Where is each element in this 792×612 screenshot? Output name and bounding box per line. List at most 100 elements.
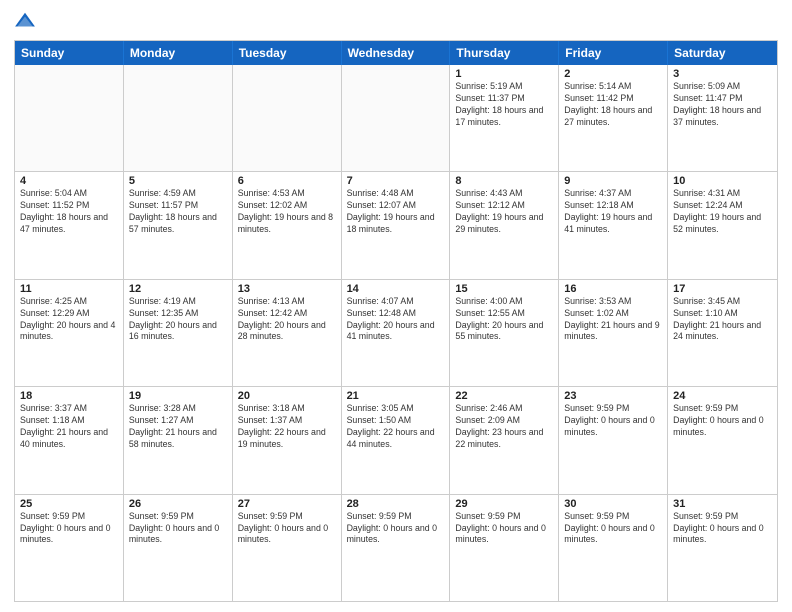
calendar-row: 4Sunrise: 5:04 AM Sunset: 11:52 PM Dayli… (15, 171, 777, 278)
day-info: Sunrise: 3:05 AM Sunset: 1:50 AM Dayligh… (347, 403, 445, 451)
day-number: 16 (564, 283, 662, 295)
header-day: Sunday (15, 41, 124, 65)
day-number: 26 (129, 498, 227, 510)
day-info: Sunrise: 3:53 AM Sunset: 1:02 AM Dayligh… (564, 296, 662, 344)
logo-icon (14, 10, 36, 32)
calendar-cell (15, 65, 124, 171)
day-info: Sunset: 9:59 PM Daylight: 0 hours and 0 … (564, 403, 662, 439)
day-info: Sunset: 9:59 PM Daylight: 0 hours and 0 … (238, 511, 336, 547)
day-number: 9 (564, 175, 662, 187)
day-info: Sunrise: 3:37 AM Sunset: 1:18 AM Dayligh… (20, 403, 118, 451)
day-number: 31 (673, 498, 772, 510)
calendar-cell: 22Sunrise: 2:46 AM Sunset: 2:09 AM Dayli… (450, 387, 559, 493)
calendar-cell: 13Sunrise: 4:13 AM Sunset: 12:42 AM Dayl… (233, 280, 342, 386)
calendar-cell: 2Sunrise: 5:14 AM Sunset: 11:42 PM Dayli… (559, 65, 668, 171)
day-number: 7 (347, 175, 445, 187)
calendar-cell: 9Sunrise: 4:37 AM Sunset: 12:18 AM Dayli… (559, 172, 668, 278)
day-info: Sunrise: 4:31 AM Sunset: 12:24 AM Daylig… (673, 188, 772, 236)
day-number: 22 (455, 390, 553, 402)
calendar-header: SundayMondayTuesdayWednesdayThursdayFrid… (15, 41, 777, 65)
page: SundayMondayTuesdayWednesdayThursdayFrid… (0, 0, 792, 612)
day-number: 25 (20, 498, 118, 510)
day-info: Sunrise: 3:45 AM Sunset: 1:10 AM Dayligh… (673, 296, 772, 344)
calendar-cell: 4Sunrise: 5:04 AM Sunset: 11:52 PM Dayli… (15, 172, 124, 278)
day-info: Sunrise: 2:46 AM Sunset: 2:09 AM Dayligh… (455, 403, 553, 451)
calendar-cell (124, 65, 233, 171)
day-number: 27 (238, 498, 336, 510)
day-info: Sunrise: 4:13 AM Sunset: 12:42 AM Daylig… (238, 296, 336, 344)
day-info: Sunrise: 4:59 AM Sunset: 11:57 PM Daylig… (129, 188, 227, 236)
calendar-cell (342, 65, 451, 171)
calendar-cell: 27Sunset: 9:59 PM Daylight: 0 hours and … (233, 495, 342, 601)
calendar-cell: 10Sunrise: 4:31 AM Sunset: 12:24 AM Dayl… (668, 172, 777, 278)
calendar-body: 1Sunrise: 5:19 AM Sunset: 11:37 PM Dayli… (15, 65, 777, 601)
calendar-cell: 29Sunset: 9:59 PM Daylight: 0 hours and … (450, 495, 559, 601)
calendar-cell: 19Sunrise: 3:28 AM Sunset: 1:27 AM Dayli… (124, 387, 233, 493)
day-info: Sunset: 9:59 PM Daylight: 0 hours and 0 … (455, 511, 553, 547)
day-info: Sunrise: 5:04 AM Sunset: 11:52 PM Daylig… (20, 188, 118, 236)
logo (14, 10, 40, 32)
calendar-row: 11Sunrise: 4:25 AM Sunset: 12:29 AM Dayl… (15, 279, 777, 386)
day-number: 14 (347, 283, 445, 295)
day-info: Sunset: 9:59 PM Daylight: 0 hours and 0 … (564, 511, 662, 547)
calendar-cell: 6Sunrise: 4:53 AM Sunset: 12:02 AM Dayli… (233, 172, 342, 278)
header-day: Friday (559, 41, 668, 65)
header-day: Wednesday (342, 41, 451, 65)
calendar-cell: 12Sunrise: 4:19 AM Sunset: 12:35 AM Dayl… (124, 280, 233, 386)
day-info: Sunrise: 4:37 AM Sunset: 12:18 AM Daylig… (564, 188, 662, 236)
day-info: Sunrise: 4:25 AM Sunset: 12:29 AM Daylig… (20, 296, 118, 344)
day-number: 17 (673, 283, 772, 295)
day-info: Sunset: 9:59 PM Daylight: 0 hours and 0 … (673, 403, 772, 439)
calendar-cell: 11Sunrise: 4:25 AM Sunset: 12:29 AM Dayl… (15, 280, 124, 386)
calendar-row: 18Sunrise: 3:37 AM Sunset: 1:18 AM Dayli… (15, 386, 777, 493)
day-info: Sunrise: 5:09 AM Sunset: 11:47 PM Daylig… (673, 81, 772, 129)
calendar-cell: 21Sunrise: 3:05 AM Sunset: 1:50 AM Dayli… (342, 387, 451, 493)
calendar-cell: 18Sunrise: 3:37 AM Sunset: 1:18 AM Dayli… (15, 387, 124, 493)
day-info: Sunrise: 4:00 AM Sunset: 12:55 AM Daylig… (455, 296, 553, 344)
day-number: 3 (673, 68, 772, 80)
day-number: 1 (455, 68, 553, 80)
calendar-cell: 15Sunrise: 4:00 AM Sunset: 12:55 AM Dayl… (450, 280, 559, 386)
day-info: Sunset: 9:59 PM Daylight: 0 hours and 0 … (20, 511, 118, 547)
calendar-cell: 31Sunset: 9:59 PM Daylight: 0 hours and … (668, 495, 777, 601)
day-info: Sunset: 9:59 PM Daylight: 0 hours and 0 … (129, 511, 227, 547)
header (14, 10, 778, 32)
day-number: 20 (238, 390, 336, 402)
day-number: 15 (455, 283, 553, 295)
calendar-cell: 28Sunset: 9:59 PM Daylight: 0 hours and … (342, 495, 451, 601)
day-number: 11 (20, 283, 118, 295)
header-day: Monday (124, 41, 233, 65)
day-number: 10 (673, 175, 772, 187)
calendar-cell: 25Sunset: 9:59 PM Daylight: 0 hours and … (15, 495, 124, 601)
day-number: 8 (455, 175, 553, 187)
day-number: 2 (564, 68, 662, 80)
day-info: Sunrise: 4:48 AM Sunset: 12:07 AM Daylig… (347, 188, 445, 236)
day-info: Sunset: 9:59 PM Daylight: 0 hours and 0 … (673, 511, 772, 547)
header-day: Saturday (668, 41, 777, 65)
calendar-cell: 7Sunrise: 4:48 AM Sunset: 12:07 AM Dayli… (342, 172, 451, 278)
calendar-cell: 5Sunrise: 4:59 AM Sunset: 11:57 PM Dayli… (124, 172, 233, 278)
calendar-cell: 3Sunrise: 5:09 AM Sunset: 11:47 PM Dayli… (668, 65, 777, 171)
calendar-cell: 24Sunset: 9:59 PM Daylight: 0 hours and … (668, 387, 777, 493)
day-number: 19 (129, 390, 227, 402)
calendar-row: 25Sunset: 9:59 PM Daylight: 0 hours and … (15, 494, 777, 601)
calendar-cell: 8Sunrise: 4:43 AM Sunset: 12:12 AM Dayli… (450, 172, 559, 278)
day-number: 18 (20, 390, 118, 402)
header-day: Thursday (450, 41, 559, 65)
calendar-cell: 16Sunrise: 3:53 AM Sunset: 1:02 AM Dayli… (559, 280, 668, 386)
day-info: Sunrise: 5:19 AM Sunset: 11:37 PM Daylig… (455, 81, 553, 129)
day-number: 30 (564, 498, 662, 510)
day-info: Sunrise: 4:43 AM Sunset: 12:12 AM Daylig… (455, 188, 553, 236)
calendar-cell: 23Sunset: 9:59 PM Daylight: 0 hours and … (559, 387, 668, 493)
day-number: 4 (20, 175, 118, 187)
day-number: 21 (347, 390, 445, 402)
calendar-cell (233, 65, 342, 171)
day-info: Sunrise: 5:14 AM Sunset: 11:42 PM Daylig… (564, 81, 662, 129)
calendar-cell: 14Sunrise: 4:07 AM Sunset: 12:48 AM Dayl… (342, 280, 451, 386)
day-number: 6 (238, 175, 336, 187)
day-info: Sunrise: 3:18 AM Sunset: 1:37 AM Dayligh… (238, 403, 336, 451)
day-info: Sunrise: 4:07 AM Sunset: 12:48 AM Daylig… (347, 296, 445, 344)
day-number: 13 (238, 283, 336, 295)
calendar: SundayMondayTuesdayWednesdayThursdayFrid… (14, 40, 778, 602)
day-info: Sunrise: 3:28 AM Sunset: 1:27 AM Dayligh… (129, 403, 227, 451)
